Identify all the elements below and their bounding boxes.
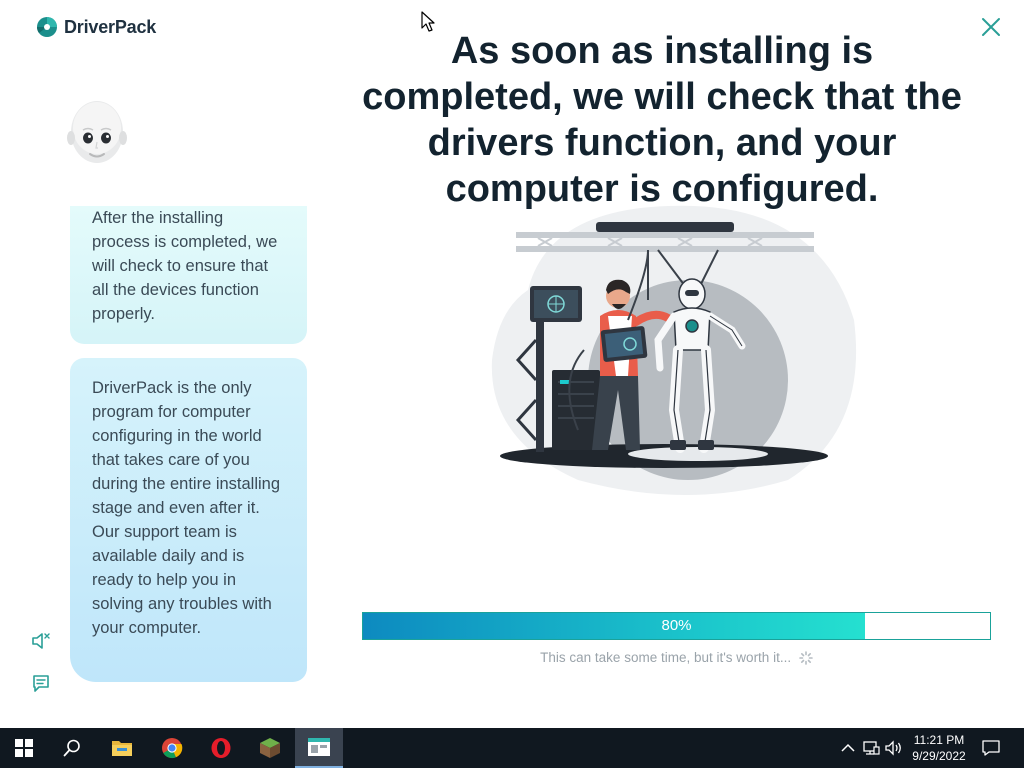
driverpack-icon xyxy=(308,738,330,756)
taskbar-opera[interactable] xyxy=(197,728,245,768)
assistant-message: DriverPack is the only program for compu… xyxy=(70,358,307,682)
start-icon xyxy=(15,739,33,757)
engineer-robot-illustration xyxy=(491,205,857,495)
notification-center-icon[interactable] xyxy=(981,738,1001,758)
taskbar-chrome[interactable] xyxy=(148,728,196,768)
search-icon xyxy=(63,739,80,757)
close-icon[interactable] xyxy=(978,14,1004,40)
speaker-muted-icon[interactable] xyxy=(30,630,52,652)
file-explorer-icon xyxy=(112,741,132,756)
search-button[interactable] xyxy=(48,728,96,768)
opera-icon xyxy=(211,738,231,758)
network-icon[interactable] xyxy=(861,738,881,758)
mouse-cursor-icon xyxy=(421,11,435,32)
assistant-message: After the installing process is complete… xyxy=(70,206,307,344)
progress-percent: 80% xyxy=(661,617,692,634)
loading-spinner-icon xyxy=(799,651,813,665)
assistant-avatar xyxy=(67,101,127,163)
start-button[interactable] xyxy=(0,728,48,768)
clock-time: 11:21 PM xyxy=(913,733,965,747)
driverpack-logo-icon xyxy=(37,17,57,37)
install-progress-bar: 80% xyxy=(362,612,991,640)
logo-text: DriverPack xyxy=(64,16,157,37)
driverpack-window: DriverPack After the installing process … xyxy=(0,0,1024,728)
clock-date: 9/29/2022 xyxy=(912,749,966,763)
volume-icon[interactable] xyxy=(884,738,904,758)
minecraft-icon xyxy=(260,738,280,758)
progress-hint: This can take some time, but it's worth … xyxy=(362,650,991,665)
chrome-icon xyxy=(162,738,183,759)
chat-icon[interactable] xyxy=(30,672,52,694)
taskbar-clock[interactable]: 11:21 PM 9/29/2022 xyxy=(904,732,974,764)
taskbar-file-explorer[interactable] xyxy=(98,728,146,768)
taskbar-minecraft[interactable] xyxy=(246,728,294,768)
taskbar-driverpack[interactable] xyxy=(295,728,343,768)
progress-hint-text: This can take some time, but it's worth … xyxy=(540,650,792,665)
page-headline: As soon as installing is completed, we w… xyxy=(362,30,962,210)
show-hidden-icons-icon[interactable] xyxy=(838,738,858,758)
logo: DriverPack xyxy=(36,16,156,38)
windows-taskbar: 11:21 PM 9/29/2022 xyxy=(0,728,1024,768)
